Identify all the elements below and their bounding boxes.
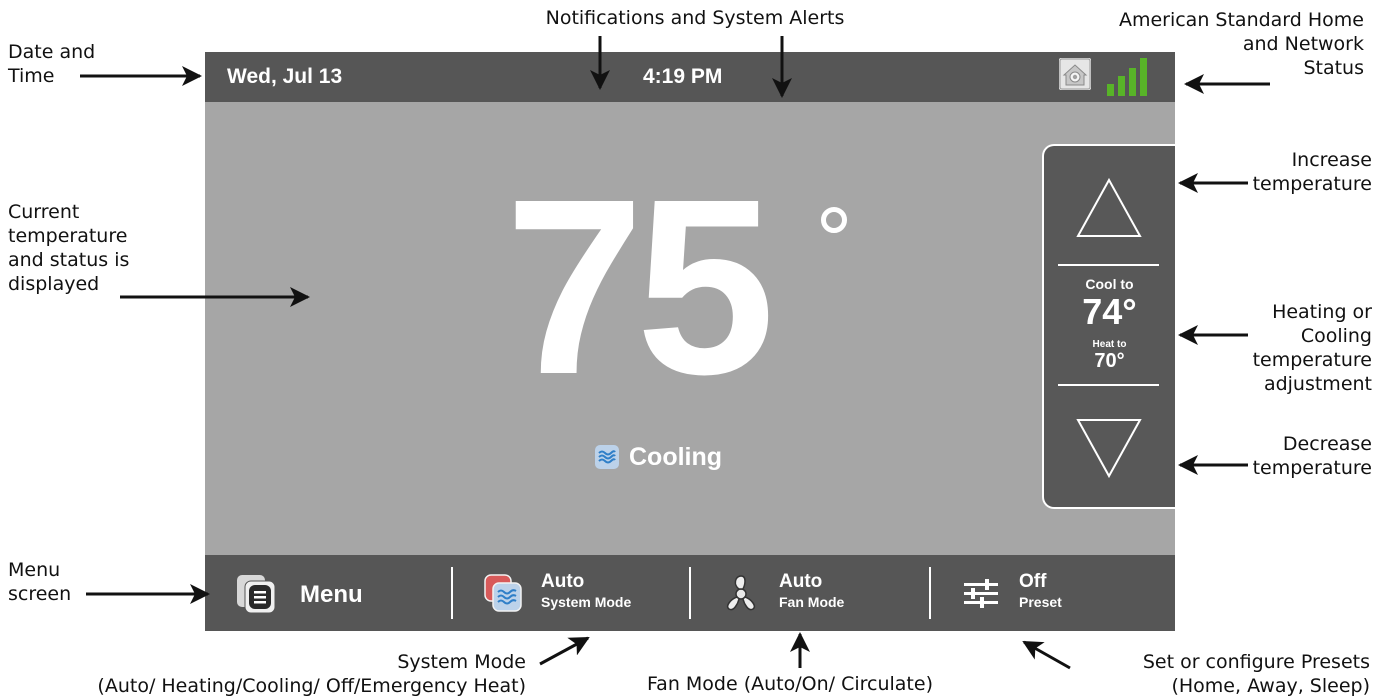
annotation-current-temperature: Current temperature and status is displa… <box>8 201 130 295</box>
annotation-date-time: Date and Time <box>8 41 96 87</box>
menu-label: Menu <box>300 581 363 608</box>
preset-value: Off <box>1019 571 1047 592</box>
signal-bar <box>1107 84 1114 96</box>
fan-mode-label: Fan Mode <box>779 594 845 610</box>
annotation-system-mode: System Mode (Auto/ Heating/Cooling/ Off/… <box>97 651 526 697</box>
signal-bar <box>1118 76 1125 96</box>
home-icon[interactable] <box>1059 58 1091 90</box>
fan-mode-value: Auto <box>779 571 823 592</box>
cool-to-label: Cool to <box>1085 276 1134 292</box>
toolbar-separator <box>689 567 691 619</box>
current-temperature: 75 <box>505 147 775 426</box>
menu-button[interactable]: Menu <box>205 555 451 631</box>
status-bar: Wed, Jul 13 4:19 PM <box>205 52 1175 102</box>
arrow-system-mode <box>539 636 590 666</box>
menu-icon <box>237 575 276 614</box>
decrease-temperature-button[interactable] <box>1074 416 1144 480</box>
system-mode-value: Auto <box>541 571 585 592</box>
signal-bar <box>1129 68 1136 96</box>
up-arrow-icon <box>1076 177 1142 237</box>
degree-symbol <box>821 207 847 233</box>
heat-setpoint[interactable]: 70° <box>1044 349 1175 373</box>
status-label: Cooling <box>629 442 723 471</box>
annotation-temperature-adjustment: Heating or Cooling temperature adjustmen… <box>1252 301 1372 395</box>
panel-divider <box>1058 264 1159 266</box>
date-display: Wed, Jul 13 <box>227 65 343 88</box>
setpoint-panel: Cool to 74° Heat to 70° <box>1042 144 1175 509</box>
bottom-toolbar: Menu Auto System Mode Auto Fan Mode Off … <box>205 555 1175 631</box>
annotation-decrease-temperature: Decrease temperature <box>1252 433 1372 479</box>
system-mode-button[interactable]: Auto System Mode <box>455 555 689 631</box>
thermostat-screen: Wed, Jul 13 4:19 PM 75 Cooling Cool to 7… <box>205 52 1175 631</box>
toolbar-separator <box>451 567 453 619</box>
time-display: 4:19 PM <box>643 65 723 88</box>
panel-divider <box>1058 384 1159 386</box>
cooling-icon <box>595 445 619 469</box>
annotation-presets: Set or configure Presets (Home, Away, Sl… <box>1142 651 1370 697</box>
annotation-increase-temperature: Increase temperature <box>1252 149 1372 195</box>
preset-sliders-icon <box>964 579 998 608</box>
toolbar-separator <box>929 567 931 619</box>
system-mode-label: System Mode <box>541 594 632 610</box>
down-arrow-icon <box>1076 419 1142 479</box>
fan-mode-button[interactable]: Auto Fan Mode <box>693 555 929 631</box>
preset-label: Preset <box>1019 594 1062 610</box>
cool-setpoint[interactable]: 74° <box>1044 292 1175 332</box>
annotation-fan-mode: Fan Mode (Auto/On/ Circulate) <box>647 673 933 695</box>
increase-temperature-button[interactable] <box>1074 176 1144 240</box>
fan-icon <box>726 575 756 611</box>
annotation-notifications: Notifications and System Alerts <box>545 7 845 29</box>
signal-strength-icon <box>1107 56 1153 96</box>
signal-bar <box>1140 58 1147 96</box>
system-mode-icon <box>484 574 522 612</box>
annotation-menu-screen: Menu screen <box>8 559 72 605</box>
preset-button[interactable]: Off Preset <box>933 555 1175 631</box>
system-status: Cooling <box>595 442 722 472</box>
